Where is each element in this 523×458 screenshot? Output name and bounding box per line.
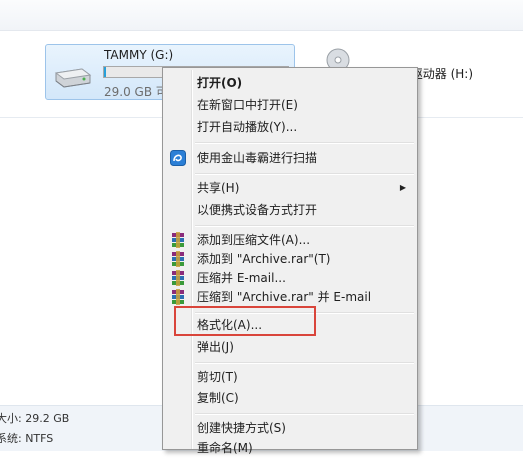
menu-item-create-shortcut[interactable]: 创建快捷方式(S) — [165, 418, 415, 438]
menu-item-rename-label: 重命名(M) — [197, 441, 253, 455]
menu-item-compress-rar-email-label: 压缩到 "Archive.rar" 并 E-mail — [197, 290, 372, 304]
menu-item-share-label: 共享(H) — [197, 181, 240, 195]
menu-item-open-new-window[interactable]: 在新窗口中打开(E) — [165, 95, 415, 115]
menu-item-compress-email[interactable]: 压缩并 E-mail... — [165, 268, 415, 288]
menu-item-copy-label: 复制(C) — [197, 391, 239, 405]
submenu-arrow-icon: ▶ — [399, 183, 406, 192]
menu-item-create-shortcut-label: 创建快捷方式(S) — [197, 421, 286, 435]
winrar-icon — [172, 232, 184, 248]
menu-item-open-autoplay[interactable]: 打开自动播放(Y)... — [165, 117, 415, 137]
winrar-icon — [172, 270, 184, 286]
menu-item-add-to-rar-label: 添加到 "Archive.rar"(T) — [197, 252, 331, 266]
menu-item-open-label: 打开(O) — [197, 76, 243, 90]
menu-item-eject[interactable]: 弹出(J) — [165, 337, 415, 357]
winrar-icon — [172, 289, 184, 305]
details-filesystem: 系统: NTFS — [0, 432, 54, 445]
menu-item-cut-label: 剪切(T) — [197, 370, 238, 384]
menu-separator — [195, 225, 414, 227]
menu-item-rename[interactable]: 重命名(M) — [165, 438, 415, 458]
menu-item-share[interactable]: 共享(H) ▶ — [165, 178, 415, 198]
context-menu: 打开(O) 在新窗口中打开(E) 打开自动播放(Y)... 使用金山毒霸进行扫描… — [162, 67, 418, 455]
explorer-toolbar — [0, 0, 523, 31]
menu-item-eject-label: 弹出(J) — [197, 340, 234, 354]
details-size: 大小: 29.2 GB — [0, 412, 70, 425]
drive-g-usage-fill — [104, 67, 106, 77]
menu-separator — [195, 142, 414, 144]
menu-item-open-autoplay-label: 打开自动播放(Y)... — [197, 120, 298, 134]
menu-item-add-to-archive-label: 添加到压缩文件(A)... — [197, 233, 311, 247]
winrar-icon — [172, 251, 184, 267]
menu-item-open-portable[interactable]: 以便携式设备方式打开 — [165, 200, 415, 220]
menu-separator — [195, 173, 414, 175]
menu-item-add-to-rar[interactable]: 添加到 "Archive.rar"(T) — [165, 249, 415, 269]
format-highlight-box — [174, 306, 316, 336]
kingsoft-antivirus-icon — [170, 150, 186, 166]
menu-item-compress-email-label: 压缩并 E-mail... — [197, 271, 286, 285]
drive-g-name: TAMMY (G:) — [104, 48, 174, 62]
usb-drive-icon — [54, 68, 92, 88]
menu-item-open[interactable]: 打开(O) — [165, 73, 415, 93]
menu-item-open-portable-label: 以便携式设备方式打开 — [197, 203, 318, 217]
menu-item-scan-kingsoft-label: 使用金山毒霸进行扫描 — [197, 151, 318, 165]
menu-item-scan-kingsoft[interactable]: 使用金山毒霸进行扫描 — [165, 148, 415, 168]
menu-item-open-new-window-label: 在新窗口中打开(E) — [197, 98, 298, 112]
menu-separator — [195, 362, 414, 364]
menu-item-copy[interactable]: 复制(C) — [165, 388, 415, 408]
drive-g-free-space: 29.0 GB 可 — [104, 85, 168, 99]
menu-item-add-to-archive[interactable]: 添加到压缩文件(A)... — [165, 230, 415, 250]
menu-item-compress-rar-email[interactable]: 压缩到 "Archive.rar" 并 E-mail — [165, 287, 415, 307]
menu-separator — [195, 413, 414, 415]
menu-item-cut[interactable]: 剪切(T) — [165, 367, 415, 387]
